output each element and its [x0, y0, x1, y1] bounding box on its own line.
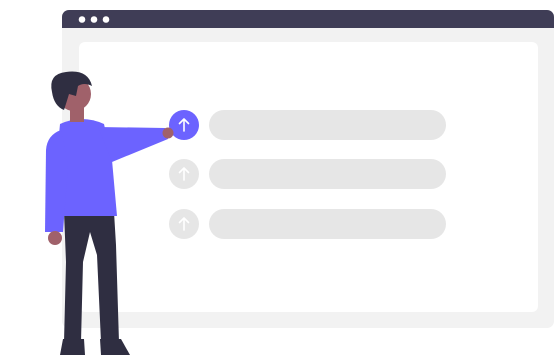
person-shoe-right: [100, 339, 130, 355]
window-titlebar: [62, 10, 554, 28]
upload-row-bar: [209, 110, 446, 140]
upload-row-bar: [209, 209, 446, 239]
window-dot-icon: [102, 16, 110, 23]
person-hand-raised: [162, 127, 174, 139]
person-shoe-left: [60, 339, 85, 355]
upload-row-bar: [209, 159, 446, 189]
upload-illustration: [45, 10, 554, 355]
person-hand-lowered: [48, 231, 62, 245]
window-dot-icon: [90, 16, 98, 23]
upload-list: [169, 110, 446, 239]
window-dot-icon: [78, 16, 86, 23]
